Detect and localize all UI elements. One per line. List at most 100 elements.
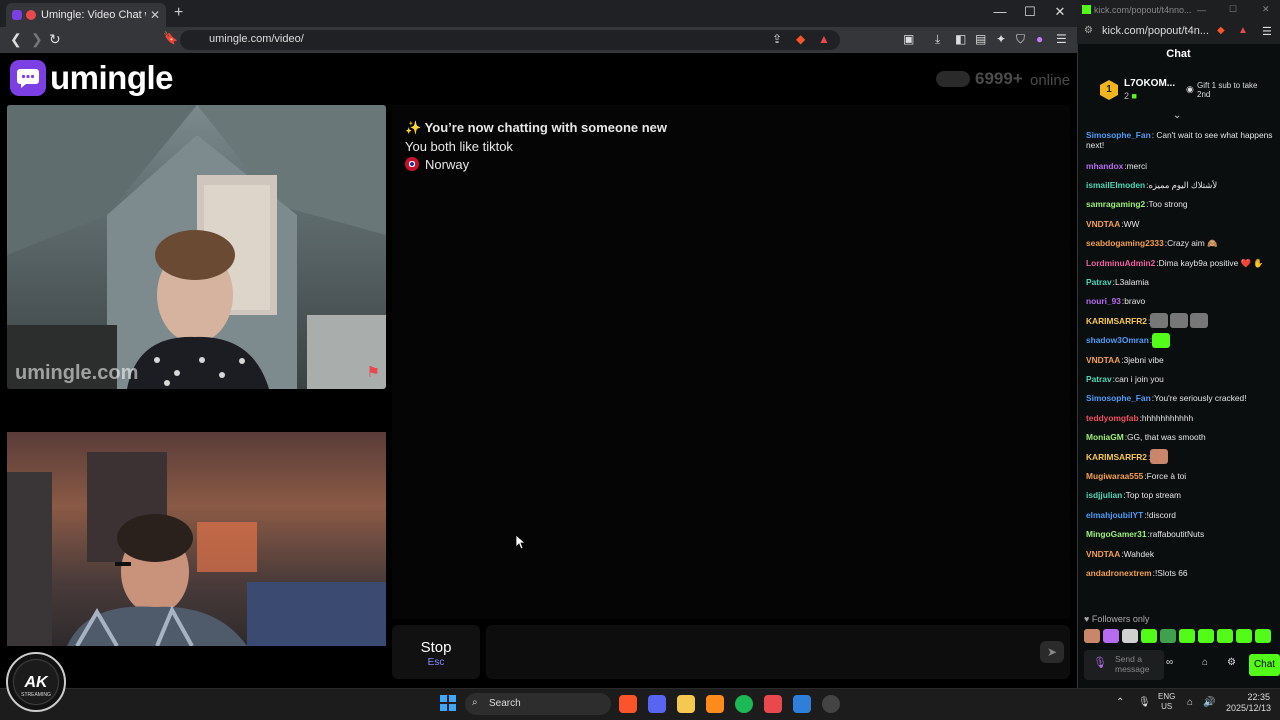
kick-menu-icon[interactable]: ☰ — [1262, 25, 1272, 38]
umingle-logo-icon[interactable] — [10, 60, 46, 96]
emote-icon[interactable] — [1236, 629, 1252, 643]
leaderboard-user[interactable]: L7OKOM... — [1124, 78, 1175, 89]
emote-icon[interactable] — [1255, 629, 1271, 643]
tab-umingle[interactable]: Umingle: Video Chat with Stra ✕ — [6, 3, 166, 27]
menu-icon[interactable]: ☰ — [1056, 32, 1067, 46]
chat-username[interactable]: VNDTAA — [1086, 355, 1120, 365]
chat-username[interactable]: andadronextrem — [1086, 568, 1152, 578]
emote-icon[interactable] — [1122, 629, 1138, 643]
chat-username[interactable]: samragaming2 — [1086, 199, 1145, 209]
chat-username[interactable]: Simosophe_Fan — [1086, 393, 1151, 403]
reader-icon[interactable]: ▣ — [903, 32, 914, 46]
spotify-app-icon[interactable] — [735, 695, 753, 713]
bookmark-icon[interactable]: 🔖 — [163, 31, 178, 45]
clock[interactable]: 22:35 2025/12/13 — [1226, 692, 1271, 714]
chat-username[interactable]: isdjjulian — [1086, 490, 1122, 500]
umingle-logo-text[interactable]: umingle — [50, 59, 174, 97]
emote-icon[interactable] — [1217, 629, 1233, 643]
brave-shield-icon[interactable]: ◆ — [796, 32, 805, 46]
emote-picker-icon[interactable]: ∞ — [1166, 657, 1173, 668]
vscode-app-icon[interactable] — [793, 695, 811, 713]
emote-icon[interactable] — [1198, 629, 1214, 643]
microphone-icon[interactable]: 🎙 — [1093, 656, 1107, 669]
kick-maximize-button[interactable]: ☐ — [1229, 4, 1237, 15]
wallet-icon[interactable]: ▤ — [975, 32, 986, 46]
send-icon[interactable]: ➤ — [1040, 641, 1064, 663]
kick-chat-button[interactable]: Chat — [1249, 654, 1280, 676]
chat-username[interactable]: KARIMSARFR2 — [1086, 452, 1147, 462]
chat-username[interactable]: VNDTAA — [1086, 549, 1120, 559]
chat-settings-icon[interactable]: ⚙ — [1227, 657, 1236, 668]
kick-close-button[interactable]: ✕ — [1262, 4, 1270, 15]
chat-username[interactable]: nouri_93 — [1086, 296, 1121, 306]
chat-username[interactable]: Patrav — [1086, 277, 1112, 287]
emote-icon[interactable] — [1141, 629, 1157, 643]
report-flag-icon[interactable]: ⚑ — [367, 363, 380, 381]
close-window-button[interactable]: ✕ — [1045, 4, 1075, 20]
chat-emote-icon[interactable] — [1150, 449, 1169, 465]
download-icon[interactable]: ⤓ — [935, 32, 940, 47]
chat-username[interactable]: Mugiwaraa555 — [1086, 471, 1143, 481]
chat-emote-icon[interactable] — [1150, 313, 1169, 329]
chat-emote-icon[interactable] — [1190, 313, 1209, 329]
online-toggle[interactable] — [936, 71, 970, 87]
new-tab-button[interactable]: + — [174, 4, 183, 22]
chat-username[interactable]: Simosophe_Fan — [1086, 130, 1151, 140]
chat-username[interactable]: seabdogaming2333 — [1086, 238, 1164, 248]
vpn-icon[interactable]: ⛉ — [1016, 32, 1025, 47]
chat-username[interactable]: MoniaGM — [1086, 432, 1124, 442]
chat-username[interactable]: VNDTAA — [1086, 219, 1120, 229]
stop-shortcut: Esc — [427, 657, 445, 668]
leo-icon[interactable]: ✦ — [996, 32, 1006, 46]
app-icon[interactable] — [764, 695, 782, 713]
taskbar-search[interactable] — [465, 693, 611, 715]
file-explorer-icon[interactable] — [677, 695, 695, 713]
extension-icon[interactable]: ● — [1036, 32, 1043, 46]
kick-shield-icon[interactable]: ◆ — [1217, 25, 1225, 36]
kick-url[interactable]: kick.com/popout/t4n... — [1102, 25, 1209, 37]
chat-emote-icon[interactable] — [1170, 313, 1189, 329]
back-icon[interactable]: ❮ — [10, 31, 22, 48]
chat-username[interactable]: shadow3Omran — [1086, 335, 1149, 345]
network-icon[interactable]: ⌂ — [1187, 697, 1193, 708]
chat-username[interactable]: ismailElmoden — [1086, 180, 1145, 190]
minimize-button[interactable]: — — [985, 4, 1015, 19]
discord-app-icon[interactable] — [648, 695, 666, 713]
chat-emote-icon[interactable] — [1152, 332, 1171, 348]
chat-username[interactable]: teddyomgfab — [1086, 413, 1139, 423]
chat-username[interactable]: elmahjoubiIYT — [1086, 510, 1143, 520]
language-indicator[interactable]: ENG US — [1158, 692, 1175, 712]
gift-sub-button[interactable]: Gift 1 sub to take 2nd — [1197, 81, 1267, 99]
chat-username[interactable]: Patrav — [1086, 374, 1112, 384]
chat-username[interactable]: mhandox — [1086, 161, 1123, 171]
emote-icon[interactable] — [1160, 629, 1176, 643]
emote-icon[interactable] — [1179, 629, 1195, 643]
rewards-icon[interactable]: ▲ — [818, 32, 830, 46]
app-icon[interactable] — [706, 695, 724, 713]
store-icon[interactable]: ⌂ — [1202, 657, 1208, 668]
kick-rewards-icon[interactable]: ▲ — [1238, 25, 1248, 36]
maximize-button[interactable]: ☐ — [1015, 4, 1045, 20]
volume-icon[interactable]: 🔊 — [1203, 697, 1215, 708]
sidebar-icon[interactable]: ◧ — [955, 32, 966, 46]
tab-close-icon[interactable]: ✕ — [150, 8, 160, 22]
message-input[interactable] — [486, 625, 1070, 679]
chat-message: Patrav: L3alamia — [1086, 272, 1276, 291]
emote-icon[interactable] — [1084, 629, 1100, 643]
tray-chevron-icon[interactable]: ⌃ — [1116, 697, 1124, 708]
tray-mic-icon[interactable]: 🎙 — [1138, 697, 1151, 708]
forward-icon[interactable]: ❯ — [31, 31, 43, 48]
stop-button[interactable]: Stop Esc — [392, 625, 480, 679]
site-settings-icon[interactable]: ⚙ — [1084, 25, 1093, 36]
emote-icon[interactable] — [1103, 629, 1119, 643]
chat-username[interactable]: MingoGamer31 — [1086, 529, 1147, 539]
kick-minimize-button[interactable]: — — [1197, 5, 1206, 15]
app-icon[interactable] — [822, 695, 840, 713]
brave-app-icon[interactable] — [619, 695, 637, 713]
chat-username[interactable]: KARIMSARFR2 — [1086, 316, 1147, 326]
share-icon[interactable]: ⇪ — [772, 32, 782, 46]
expand-chevron-icon[interactable]: ⌄ — [1173, 110, 1181, 121]
reload-icon[interactable]: ↻ — [49, 31, 61, 48]
chat-username[interactable]: LordminuAdmin2 — [1086, 258, 1155, 268]
start-icon[interactable] — [440, 695, 456, 711]
